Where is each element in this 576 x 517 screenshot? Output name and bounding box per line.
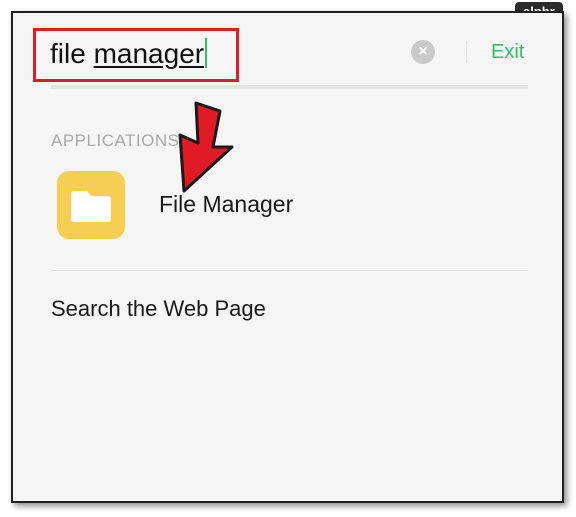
section-header-applications: APPLICATIONS	[51, 131, 180, 150]
folder-icon	[71, 191, 111, 222]
clear-search-button[interactable]: ×	[411, 40, 435, 64]
result-divider	[51, 270, 528, 271]
search-query-word-1: file	[50, 38, 86, 69]
search-input[interactable]: file manager	[50, 37, 208, 71]
search-bar: file manager × Exit	[13, 13, 562, 83]
app-label-file-manager: File Manager	[159, 191, 294, 217]
search-input-highlight[interactable]: file manager	[33, 28, 239, 82]
app-result-file-manager[interactable]: File Manager	[51, 171, 528, 241]
search-query-word-2: manager	[93, 38, 205, 69]
search-underline	[51, 85, 528, 89]
screenshot-frame: file manager × Exit APPLICATIONS File Ma…	[11, 11, 564, 503]
text-cursor	[205, 38, 208, 68]
clear-circle-icon: ×	[418, 43, 428, 60]
search-web-page-item[interactable]: Search the Web Page	[51, 296, 266, 322]
red-arrow-annotation	[178, 101, 234, 193]
file-manager-app-icon	[57, 171, 125, 239]
exit-button[interactable]: Exit	[491, 39, 524, 65]
vertical-divider	[466, 41, 467, 63]
